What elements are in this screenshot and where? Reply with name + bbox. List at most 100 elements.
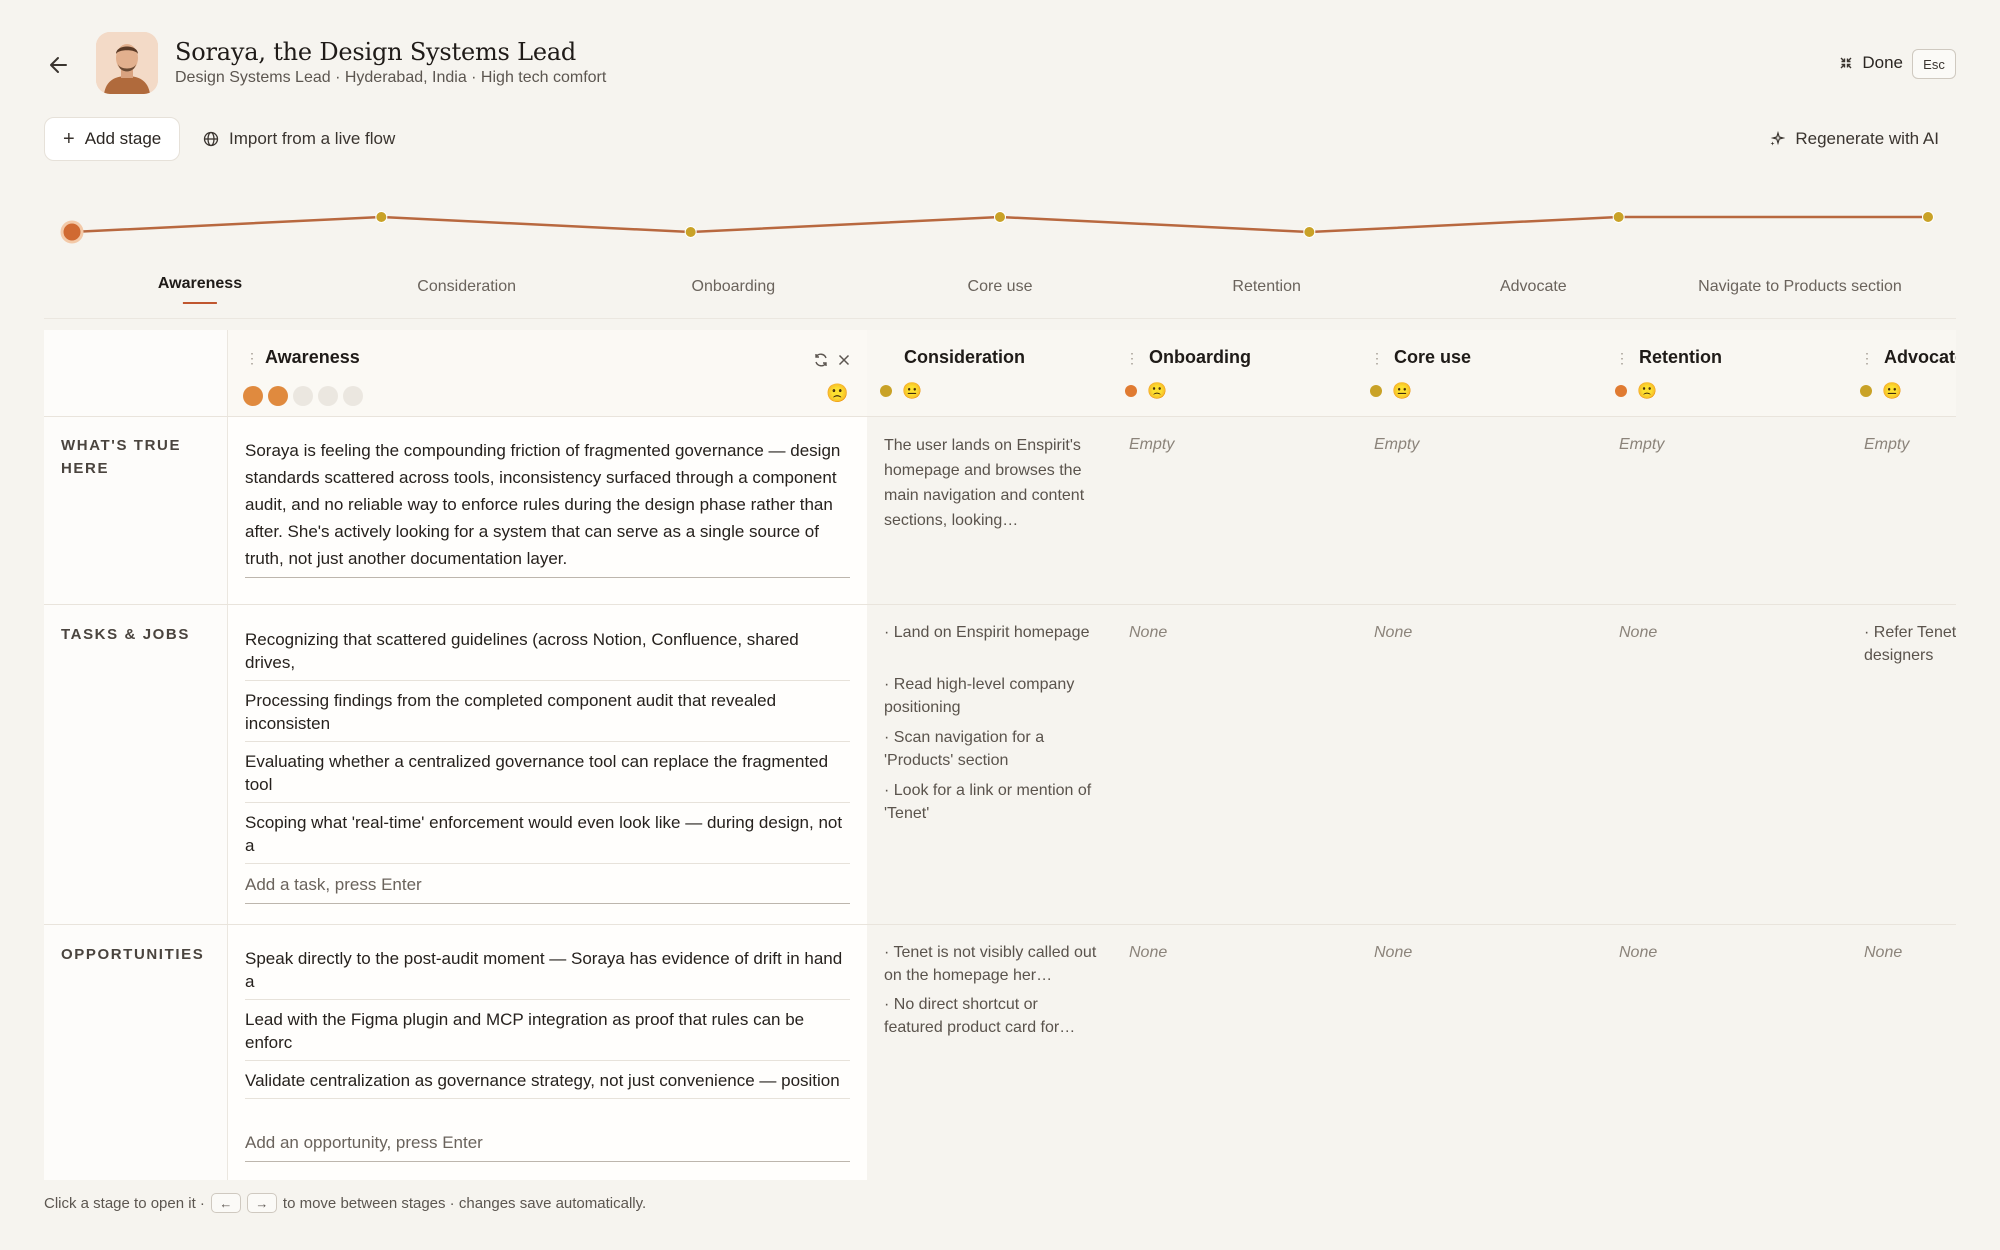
opportunity-item[interactable]: · Tenet is not visibly called out on the… — [884, 941, 1099, 987]
avatar — [96, 32, 158, 94]
add-stage-label: Add stage — [84, 129, 162, 148]
sparkle-icon — [1770, 131, 1786, 146]
sentiment-emoji: 🙁 — [826, 383, 849, 403]
stage-tab[interactable]: Advocate — [1500, 278, 1567, 296]
task-item[interactable]: · Look for a link or mention of 'Tenet' — [884, 779, 1099, 825]
stage-column-consideration[interactable]: Consideration 😐 The user lands on Enspir… — [867, 330, 1112, 1180]
drag-handle-icon[interactable]: ⋮ — [1125, 350, 1139, 367]
empty-placeholder[interactable]: None — [1129, 624, 1167, 642]
empty-placeholder[interactable]: None — [1619, 944, 1657, 962]
footer-text: to move between stages · changes save au… — [282, 1194, 647, 1212]
opportunity-item[interactable]: Speak directly to the post-audit moment … — [245, 947, 850, 1000]
divider — [44, 318, 1956, 319]
empty-placeholder[interactable]: None — [1374, 624, 1412, 642]
add-opportunity-input[interactable]: Add an opportunity, press Enter — [245, 1133, 850, 1162]
arrow-right-key: → — [246, 1193, 277, 1213]
stage-column-retention[interactable]: ⋮ Retention 🙁 Empty None None — [1602, 330, 1847, 1180]
refresh-icon[interactable] — [813, 352, 829, 368]
whats-true-text[interactable]: The user lands on Enspirit's homepage an… — [884, 433, 1099, 533]
row-header-column: WHAT'S TRUE HERE TASKS & JOBS OPPORTUNIT… — [44, 330, 228, 1180]
row-divider — [44, 604, 1956, 605]
empty-placeholder[interactable]: Empty — [1619, 436, 1664, 454]
task-item[interactable]: Scoping what 'real-time' enforcement wou… — [245, 811, 850, 864]
rating-dot[interactable] — [268, 386, 288, 406]
stage-column-onboarding[interactable]: ⋮ Onboarding 🙁 Empty None None — [1112, 330, 1357, 1180]
empty-placeholder[interactable]: Empty — [1129, 436, 1174, 454]
stage-tabs: Awareness Consideration Onboarding Core use… — [44, 190, 1956, 320]
stage-tab[interactable]: Navigate to Products section — [1698, 278, 1902, 296]
empty-placeholder[interactable]: None — [1864, 944, 1902, 962]
opportunity-item[interactable]: Lead with the Figma plugin and MCP integ… — [245, 1008, 850, 1061]
row-divider — [44, 924, 1956, 925]
sentiment-dot — [1370, 385, 1382, 397]
row-label-opportunities: OPPORTUNITIES — [61, 946, 205, 963]
empty-placeholder[interactable]: None — [1619, 624, 1657, 642]
plus-icon: + — [63, 128, 75, 150]
column-title: Consideration — [904, 347, 1026, 367]
row-label-whats-true: WHAT'S TRUE HERE — [61, 437, 182, 477]
task-item[interactable]: Recognizing that scattered guidelines (a… — [245, 628, 850, 681]
task-item[interactable]: · Scan navigation for a 'Products' secti… — [884, 726, 1099, 772]
done-label: Done — [1862, 53, 1903, 72]
task-item[interactable]: Evaluating whether a centralized governa… — [245, 750, 850, 803]
add-stage-button[interactable]: + Add stage — [44, 117, 181, 161]
stage-column-advocate[interactable]: ⋮ Advocate 😐 Empty · Refer Tenet designe… — [1847, 330, 1956, 1180]
done-button[interactable]: Done — [1839, 53, 1903, 73]
empty-placeholder[interactable]: None — [1129, 944, 1167, 962]
drag-handle-icon[interactable]: ⋮ — [1370, 350, 1384, 367]
stage-column-awareness[interactable]: ⋮ Awareness 🙁 Soraya is feeling the comp… — [228, 330, 867, 1180]
rating-dot[interactable] — [343, 386, 363, 406]
sentiment-dot — [1125, 385, 1137, 397]
empty-placeholder[interactable]: Empty — [1864, 436, 1909, 454]
footer-hint: Click a stage to open it · ← → to move b… — [44, 1193, 646, 1213]
footer-text: Click a stage to open it · — [44, 1194, 205, 1212]
rating-dot[interactable] — [318, 386, 338, 406]
stage-tab[interactable]: Awareness — [158, 275, 242, 304]
journey-matrix: WHAT'S TRUE HERE TASKS & JOBS OPPORTUNIT… — [44, 330, 1956, 1180]
stage-column-core-use[interactable]: ⋮ Core use 😐 Empty None None — [1357, 330, 1602, 1180]
regenerate-label: Regenerate with AI — [1795, 129, 1939, 148]
arrow-left-key: ← — [210, 1193, 241, 1213]
row-divider — [44, 416, 1956, 417]
stage-tab[interactable]: Retention — [1232, 278, 1301, 296]
regenerate-ai-button[interactable]: Regenerate with AI — [1769, 117, 1939, 161]
column-title: Core use — [1394, 347, 1472, 367]
stage-tab[interactable]: Core use — [968, 278, 1033, 296]
add-task-input[interactable]: Add a task, press Enter — [245, 875, 850, 904]
rating-dot[interactable] — [293, 386, 313, 406]
sentiment-dot — [880, 385, 892, 397]
close-icon[interactable] — [836, 352, 852, 368]
row-label-tasks: TASKS & JOBS — [61, 626, 190, 643]
opportunity-item[interactable]: · No direct shortcut or featured product… — [884, 993, 1099, 1039]
sentiment-emoji: 😐 — [1392, 383, 1412, 400]
task-item[interactable]: Processing findings from the completed c… — [245, 689, 850, 742]
empty-placeholder[interactable]: Empty — [1374, 436, 1419, 454]
sentiment-emoji: 😐 — [1882, 383, 1902, 400]
task-item[interactable]: · Refer Tenet designers — [1864, 621, 1956, 667]
sentiment-dot — [1860, 385, 1872, 397]
opportunity-item[interactable]: Validate centralization as governance st… — [245, 1069, 850, 1099]
column-title: Onboarding — [1149, 347, 1251, 367]
import-live-flow-button[interactable]: Import from a live flow — [203, 117, 395, 161]
persona-subtitle: Design Systems Lead · Hyderabad, India ·… — [175, 69, 607, 86]
back-button[interactable] — [44, 50, 74, 80]
task-item[interactable]: · Read high-level company positioning — [884, 673, 1099, 719]
drag-handle-icon[interactable]: ⋮ — [245, 350, 259, 367]
rating-dot[interactable] — [243, 386, 263, 406]
column-title: Retention — [1639, 347, 1722, 367]
drag-handle-icon[interactable]: ⋮ — [1615, 350, 1629, 367]
esc-key-hint: Esc — [1912, 49, 1956, 79]
stage-tab[interactable]: Consideration — [417, 278, 516, 296]
column-title: Advocate — [1884, 347, 1956, 367]
drag-handle-icon[interactable]: ⋮ — [1860, 350, 1874, 367]
sentiment-emoji: 😐 — [902, 383, 922, 400]
empty-placeholder[interactable]: None — [1374, 944, 1412, 962]
task-item[interactable]: · Land on Enspirit homepage — [884, 621, 1099, 644]
whats-true-text[interactable]: Soraya is feeling the compounding fricti… — [245, 437, 850, 572]
sentiment-emoji: 🙁 — [1637, 383, 1657, 400]
sentiment-emoji: 🙁 — [1147, 383, 1167, 400]
page-title: Soraya, the Design Systems Lead — [175, 38, 577, 66]
stage-tab[interactable]: Onboarding — [692, 278, 776, 296]
import-label: Import from a live flow — [229, 129, 396, 148]
journey-timeline: Awareness Consideration Onboarding Core use… — [44, 190, 1956, 320]
